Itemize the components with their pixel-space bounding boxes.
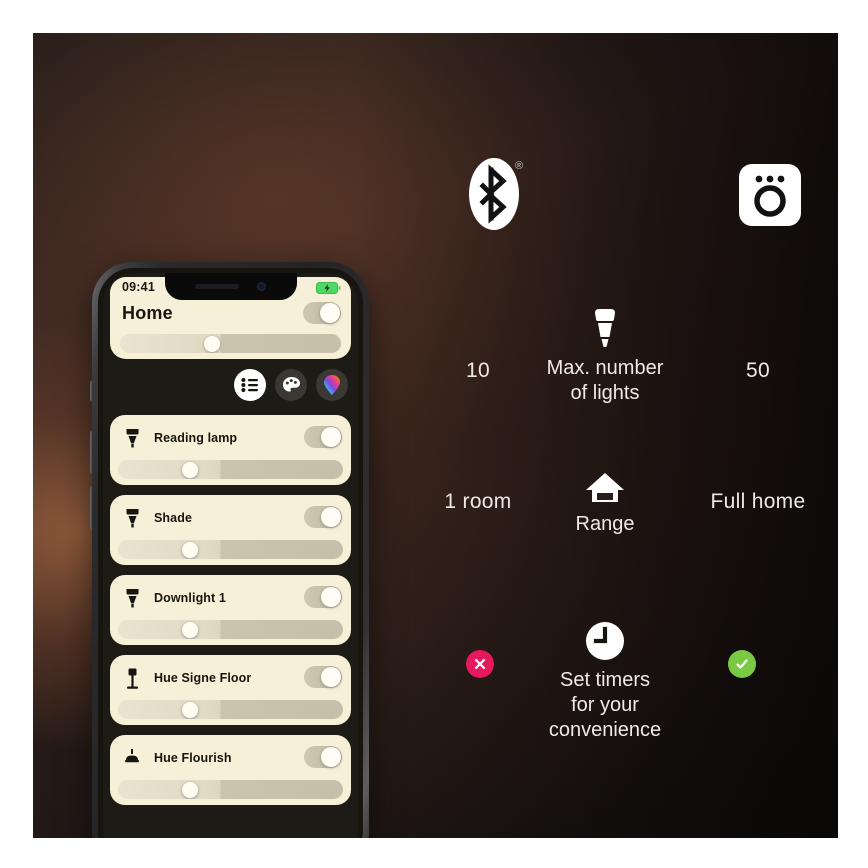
check-icon [736,659,748,669]
max-lights-caption-1: Max. number [546,357,664,379]
page-title: Home [122,303,173,323]
light-card-hue-flourish[interactable]: Hue Flourish [110,735,351,805]
light-brightness-slider[interactable] [118,540,343,559]
toggle-track [303,302,341,324]
light-name: Hue Signe Floor [154,671,252,685]
range-right-value: Full home [710,490,806,513]
range-caption-1: Range [575,513,635,535]
earpiece-speaker [194,284,239,289]
ceiling-lamp-icon [110,748,154,768]
light-name: Hue Flourish [154,751,232,765]
home-master-toggle[interactable] [303,302,341,324]
light-name: Shade [154,511,193,525]
light-name: Reading lamp [154,431,238,445]
light-brightness-slider[interactable] [118,620,343,639]
phone-mockup: 09:41 Home Reading lamp Shade Downlight … [62,262,369,838]
view-mode-segmented-control[interactable] [234,369,348,401]
bulb-spot-icon [110,587,154,609]
max-lights-right-value: 50 [746,359,770,382]
light-card-reading-lamp[interactable]: Reading lamp [110,415,351,485]
segmented-button-color[interactable] [316,369,348,401]
clock-icon [586,622,624,660]
light-toggle[interactable] [304,506,342,528]
slider-knob[interactable] [182,461,198,478]
palette-icon [282,377,300,392]
bulb-spot-icon [110,427,154,449]
battery-charging-icon [316,282,341,294]
floor-lamp-icon [110,667,154,690]
phone-bezel: 09:41 Home Reading lamp Shade Downlight … [98,268,363,838]
light-brightness-slider[interactable] [118,700,343,719]
check-badge [728,650,756,678]
timers-caption-2: for your [571,694,639,716]
home-brightness-slider[interactable] [120,334,341,353]
light-brightness-slider[interactable] [118,460,343,479]
slider-knob[interactable] [182,701,198,718]
light-brightness-slider[interactable] [118,780,343,799]
light-card-downlight-1[interactable]: Downlight 1 [110,575,351,645]
light-card-shade[interactable]: Shade [110,495,351,565]
light-name: Downlight 1 [154,591,226,605]
segmented-button-scenes[interactable] [275,369,307,401]
bulb-icon [595,309,615,347]
timers-caption-3: convenience [548,719,662,741]
max-lights-caption-2: of lights [570,382,640,404]
registered-mark: ® [515,160,524,172]
range-center: Range [520,471,690,537]
slider-knob[interactable] [182,781,198,798]
light-toggle[interactable] [304,746,342,768]
bluetooth-icon: ® [469,158,525,230]
segmented-button-list[interactable] [234,369,266,401]
slider-knob[interactable] [182,541,198,558]
status-time: 09:41 [122,280,155,294]
toggle-knob [320,303,340,323]
slider-knob[interactable] [204,335,220,352]
slider-knob[interactable] [182,621,198,638]
close-icon [474,658,486,670]
max-lights-center: Max. number of lights [520,307,690,406]
light-toggle[interactable] [304,586,342,608]
phone-screen: 09:41 Home Reading lamp Shade Downlight … [103,273,358,838]
hue-bridge-icon [739,164,801,226]
hue-bridge-glyph [754,175,786,217]
light-toggle[interactable] [304,666,342,688]
house-icon [586,473,624,502]
light-toggle[interactable] [304,426,342,448]
bluetooth-glyph [479,164,507,224]
front-camera [256,282,266,291]
timers-caption-1: Set timers [559,669,651,691]
timers-center: Set timers for your convenience [520,621,690,743]
notch [164,273,297,300]
cross-badge [466,650,494,678]
light-card-hue-signe-floor[interactable]: Hue Signe Floor [110,655,351,725]
bulb-spot-icon [110,507,154,529]
promo-canvas: ® 10 Max. number of lights 50 1 room Ran… [33,33,838,838]
list-icon [241,378,258,392]
color-drop-icon [324,375,340,395]
